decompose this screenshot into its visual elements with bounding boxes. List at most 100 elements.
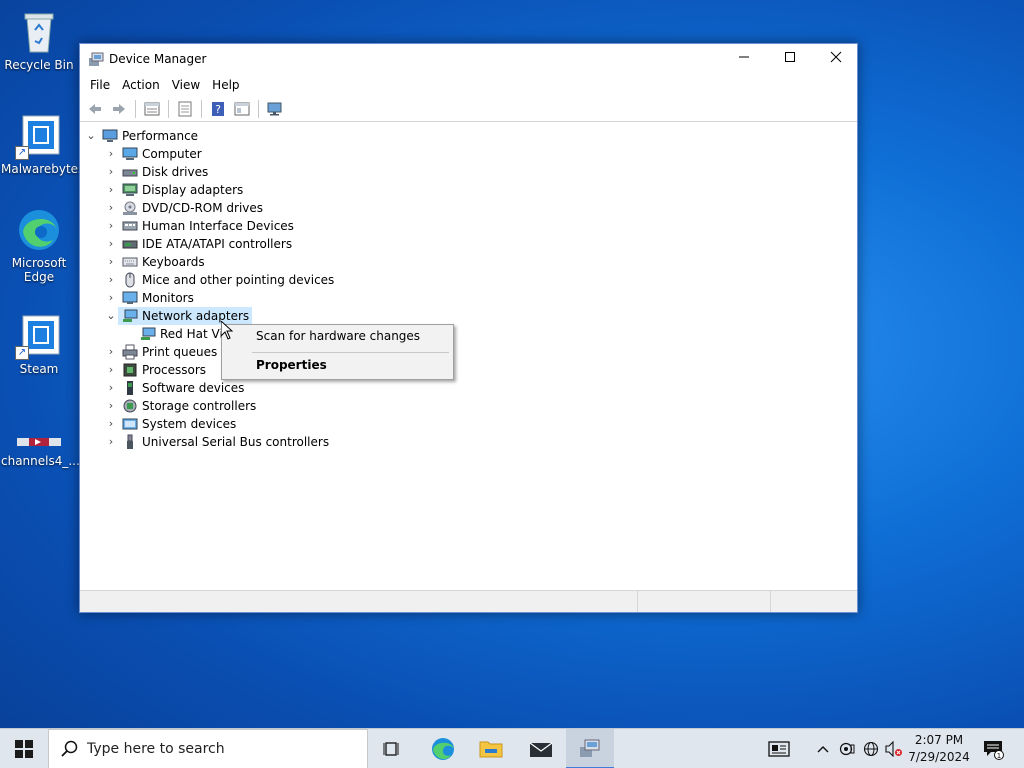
- svg-text:?: ?: [215, 103, 221, 116]
- chevron-right-icon[interactable]: ›: [104, 361, 118, 379]
- desktop-icon-image-file[interactable]: channels4_...: [1, 424, 80, 468]
- tree-item-computer[interactable]: › Computer: [104, 145, 202, 163]
- scan-hardware-button[interactable]: [264, 98, 286, 120]
- status-bar: [80, 590, 857, 612]
- malwarebytes-shortcut-icon: ↗: [15, 112, 63, 160]
- chevron-right-icon[interactable]: ›: [104, 145, 118, 163]
- tree-root[interactable]: ⌄ Performance: [84, 127, 198, 145]
- chevron-right-icon[interactable]: ›: [104, 199, 118, 217]
- desktop-icon-label: Malwarebytes: [1, 162, 85, 176]
- tree-item-label: Processors: [142, 363, 207, 377]
- system-device-icon: [122, 416, 138, 432]
- tree-item-software-devices[interactable]: › Software devices: [104, 379, 244, 397]
- desktop-icon-label: Recycle Bin: [4, 58, 74, 72]
- help-icon: ?: [212, 101, 224, 116]
- chevron-right-icon[interactable]: ›: [104, 397, 118, 415]
- chevron-right-icon[interactable]: ›: [104, 163, 118, 181]
- title-bar[interactable]: Device Manager: [80, 44, 857, 74]
- chevron-right-icon[interactable]: ›: [104, 415, 118, 433]
- tree-item-dvd-drives[interactable]: › DVD/CD-ROM drives: [104, 199, 263, 217]
- chevron-right-icon[interactable]: ›: [104, 289, 118, 307]
- toolbar-separator: [201, 99, 202, 118]
- forward-button[interactable]: [108, 98, 130, 120]
- hid-icon: [122, 218, 138, 234]
- desktop-icon-steam[interactable]: ↗ Steam: [1, 312, 77, 376]
- tree-item-disk-drives[interactable]: › Disk drives: [104, 163, 208, 181]
- scan-hardware-menu-item[interactable]: Scan for hardware changes: [256, 329, 420, 343]
- tree-item-label: Human Interface Devices: [142, 219, 294, 233]
- taskbar-device-manager[interactable]: [566, 729, 614, 768]
- computer-icon: [122, 146, 138, 162]
- network-globe-icon: [863, 741, 879, 757]
- display-adapter-icon: [122, 182, 138, 198]
- windows-logo-icon: [15, 740, 33, 758]
- taskbar-mail[interactable]: [520, 729, 562, 768]
- menu-help[interactable]: Help: [206, 78, 245, 92]
- tree-item-hid[interactable]: › Human Interface Devices: [104, 217, 294, 235]
- tree-item-ide-controllers[interactable]: › IDE ATA/ATAPI controllers: [104, 235, 292, 253]
- desktop-icon-recycle-bin[interactable]: Recycle Bin: [1, 8, 77, 72]
- task-view-button[interactable]: [372, 729, 412, 768]
- tree-item-processors[interactable]: › Processors: [104, 361, 206, 379]
- menu-view[interactable]: View: [166, 78, 206, 92]
- tray-network[interactable]: [860, 729, 882, 768]
- tray-camera[interactable]: [836, 729, 858, 768]
- tree-item-label: System devices: [142, 417, 237, 431]
- chevron-right-icon[interactable]: ›: [104, 181, 118, 199]
- chevron-up-icon: [817, 746, 829, 753]
- close-icon: [830, 51, 842, 63]
- device-manager-icon: [88, 51, 104, 67]
- chevron-right-icon[interactable]: ›: [104, 271, 118, 289]
- device-tree: ⌄ Performance › Computer › Disk drives ›…: [80, 124, 857, 589]
- tree-item-label: Monitors: [142, 291, 194, 305]
- tree-item-usb-controllers[interactable]: › Universal Serial Bus controllers: [104, 433, 329, 451]
- tree-item-keyboards[interactable]: › Keyboards: [104, 253, 205, 271]
- tree-item-print-queues[interactable]: › Print queues: [104, 343, 217, 361]
- chevron-right-icon[interactable]: ›: [104, 253, 118, 271]
- news-widget-button[interactable]: [762, 729, 796, 768]
- taskbar-edge[interactable]: [422, 729, 464, 768]
- toolbar-separator: [135, 99, 136, 118]
- desktop-icon-edge[interactable]: Microsoft Edge: [1, 206, 77, 284]
- notification-count: 1: [997, 752, 1001, 760]
- view-icon: [234, 102, 250, 115]
- help-button[interactable]: ?: [207, 98, 229, 120]
- properties-menu-item[interactable]: Properties: [256, 358, 327, 372]
- chevron-right-icon[interactable]: ›: [104, 235, 118, 253]
- show-hidden-icons-button[interactable]: [812, 729, 834, 768]
- menu-file[interactable]: File: [84, 78, 116, 92]
- chevron-right-icon[interactable]: ›: [104, 433, 118, 451]
- close-button[interactable]: [813, 44, 859, 74]
- tree-item-label: Computer: [142, 147, 202, 161]
- tree-item-mice[interactable]: › Mice and other pointing devices: [104, 271, 334, 289]
- chevron-down-icon[interactable]: ⌄: [84, 127, 98, 145]
- taskbar-search[interactable]: Type here to search: [48, 729, 368, 768]
- software-device-icon: [122, 380, 138, 396]
- chevron-right-icon[interactable]: ›: [104, 343, 118, 361]
- minimize-button[interactable]: [721, 44, 767, 74]
- back-button[interactable]: [84, 98, 106, 120]
- notifications-button[interactable]: 1: [978, 729, 1008, 768]
- view-button[interactable]: [231, 98, 253, 120]
- menu-action[interactable]: Action: [116, 78, 166, 92]
- start-button[interactable]: [0, 729, 48, 768]
- properties-button[interactable]: [141, 98, 163, 120]
- tree-item-network-child[interactable]: Red Hat Vir: [136, 325, 228, 343]
- chevron-right-icon[interactable]: ›: [104, 379, 118, 397]
- tree-item-display-adapters[interactable]: › Display adapters: [104, 181, 243, 199]
- desktop-icon-malwarebytes[interactable]: ↗ Malwarebytes: [1, 112, 85, 176]
- webcam-icon: [839, 742, 855, 756]
- update-driver-icon: [178, 101, 192, 116]
- tree-item-system-devices[interactable]: › System devices: [104, 415, 236, 433]
- tree-item-storage-controllers[interactable]: › Storage controllers: [104, 397, 256, 415]
- tree-item-monitors[interactable]: › Monitors: [104, 289, 194, 307]
- chevron-down-icon[interactable]: ⌄: [104, 307, 118, 325]
- desktop-icon-label: Microsoft Edge: [11, 256, 67, 284]
- taskbar-clock[interactable]: 2:07 PM 7/29/2024: [900, 732, 978, 766]
- update-driver-button[interactable]: [174, 98, 196, 120]
- chevron-right-icon[interactable]: ›: [104, 217, 118, 235]
- maximize-button[interactable]: [767, 44, 813, 74]
- tree-item-label: Red Hat Vir: [160, 327, 228, 341]
- context-menu: Scan for hardware changes Properties: [221, 324, 454, 380]
- taskbar-file-explorer[interactable]: [470, 729, 512, 768]
